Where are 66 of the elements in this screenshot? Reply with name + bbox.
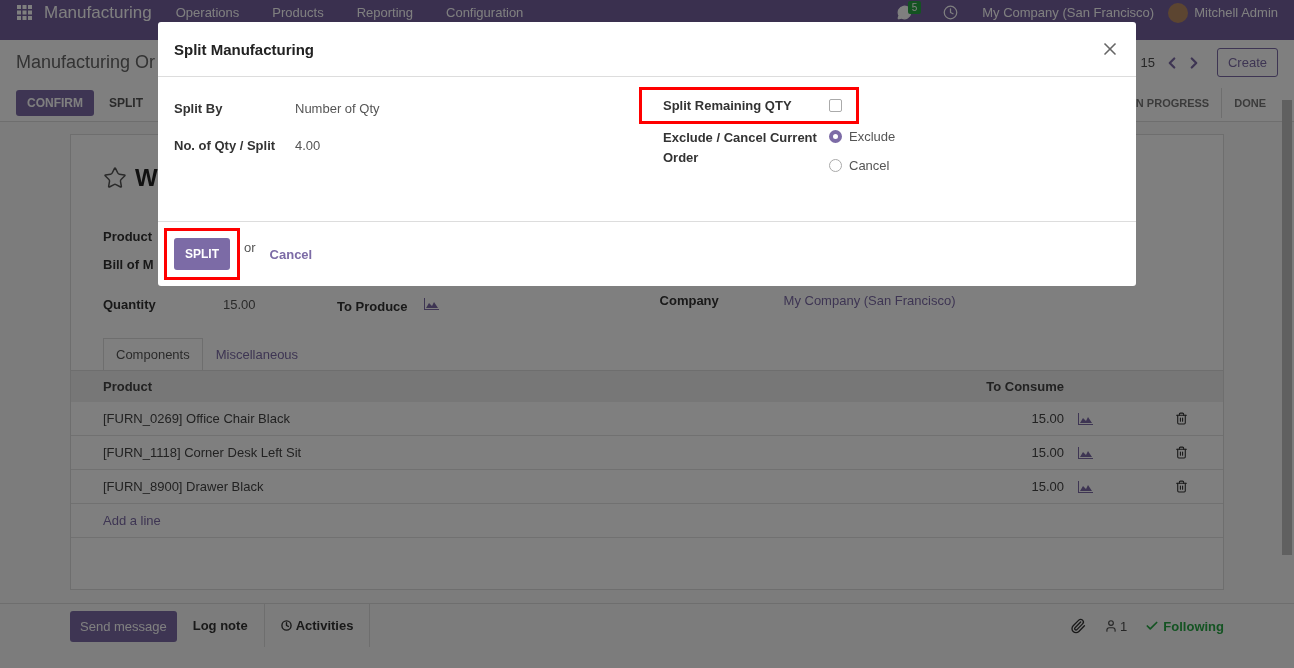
table-cell-text: 15.00 [1030,445,1065,460]
radio-option[interactable]: Exclude [829,129,1120,144]
activities-tab[interactable]: Activities [264,604,371,647]
field-label: Split Remaining QTY [663,98,793,113]
paperclip-icon[interactable] [1070,618,1087,634]
clock-icon [280,620,292,631]
field-value[interactable]: Number of Qty [295,101,639,116]
star-icon[interactable] [103,166,127,190]
apps-icon[interactable] [17,5,32,20]
following-button[interactable]: Following [1145,618,1224,634]
delete-icon[interactable] [1175,446,1188,459]
status-step[interactable]: DONE [1221,88,1278,118]
column-header[interactable]: To Consume [761,379,1068,394]
field-label: To Produce [337,298,408,314]
app-name[interactable]: Manufacturing [44,3,152,23]
clock-icon[interactable] [943,5,959,20]
menu-item[interactable]: Products [272,5,324,20]
cancel-link[interactable]: Cancel [269,246,313,262]
field-label: No. of Qty / Split [174,138,277,153]
company-switcher[interactable]: My Company (San Francisco) [982,5,1155,20]
field-label: Quantity [103,296,157,312]
person-icon [1104,619,1119,633]
followers-button[interactable]: 1 [1104,618,1128,634]
confirm-button[interactable]: CONFIRM [16,90,94,116]
menu-item[interactable]: Configuration [446,5,524,20]
dialog-title: Split Manufacturing [174,40,314,58]
menu-item[interactable]: Reporting [356,5,413,20]
field-value: 15.00 [223,296,257,312]
field-label: Exclude / Cancel Current Order [663,129,818,167]
table-cell-text: [FURN_8900] Drawer Black [102,479,265,494]
user-name[interactable]: Mitchell Admin [1194,5,1278,20]
field-label: Product [103,229,153,244]
send-message-button[interactable]: Send message [70,611,177,642]
field-value: My Company (San Francisco) [783,292,956,308]
field-label: Split By [174,101,224,116]
message-count-badge: 5 [907,1,922,14]
area-chart-icon[interactable] [1078,480,1093,493]
area-chart-icon[interactable] [1078,446,1093,459]
menu-item[interactable]: Operations [175,5,240,20]
breadcrumb[interactable]: Manufacturing Or [16,52,156,73]
table-cell-text: 15.00 [1030,411,1065,426]
delete-icon[interactable] [1175,412,1188,425]
record-title: W [135,164,158,192]
table-cell-text: [FURN_0269] Office Chair Black [102,411,291,426]
field-label: Bill of M [103,256,154,272]
delete-icon[interactable] [1175,480,1188,493]
radio-option[interactable]: Cancel [829,158,1120,173]
check-icon [1145,619,1160,633]
table-cell-text: [FURN_1118] Corner Desk Left Sit [102,445,303,460]
create-button[interactable]: Create [1216,48,1278,77]
table-cell-text: 15.00 [1030,479,1065,494]
field-label: Company [659,292,720,308]
pager-value[interactable]: 15 [1140,55,1155,70]
column-header[interactable]: Product [71,379,761,394]
area-chart-icon[interactable] [1078,412,1093,425]
field-value[interactable]: 4.00 [295,138,639,153]
add-line-link[interactable]: Add a line [71,513,761,528]
area-chart-icon[interactable] [423,298,439,310]
log-note-tab[interactable]: Log note [176,604,265,647]
split-button[interactable]: SPLIT [98,90,154,116]
radio-button[interactable] [829,130,842,143]
checkbox[interactable] [829,99,842,112]
split-button[interactable]: SPLIT [174,238,230,270]
scrollbar[interactable] [1282,100,1292,555]
tab[interactable]: Components [103,338,203,370]
or-text: or [244,239,256,255]
